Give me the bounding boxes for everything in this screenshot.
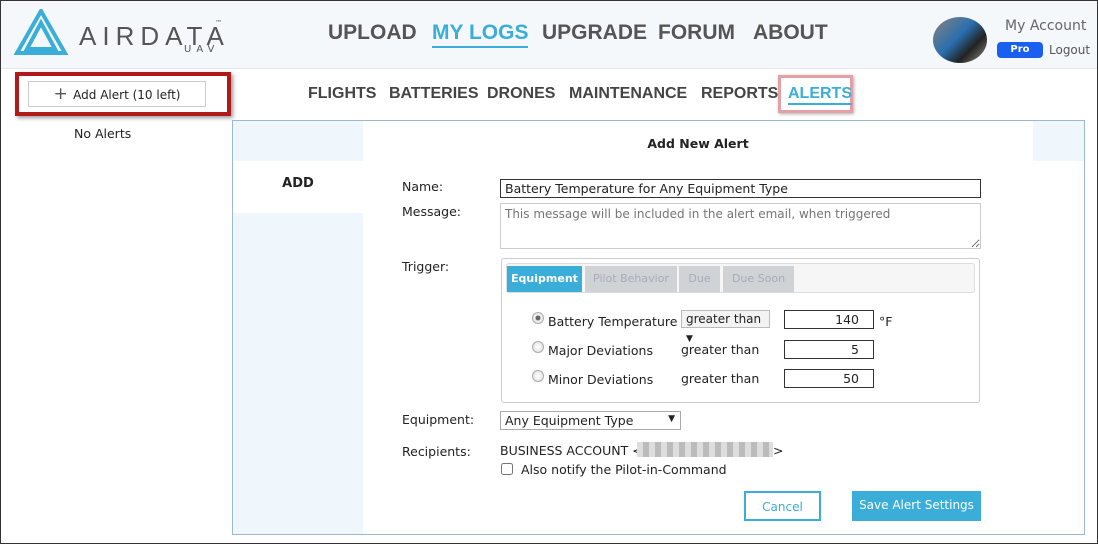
chevron-down-icon: ▼	[668, 414, 675, 424]
message-label: Message:	[402, 204, 461, 219]
avatar[interactable]	[933, 17, 987, 63]
tab-flights[interactable]: FLIGHTS	[308, 85, 376, 103]
nav-forum[interactable]: FORUM	[658, 21, 735, 45]
side-tab-add[interactable]: ADD	[233, 161, 363, 213]
pro-badge: Pro	[997, 42, 1043, 58]
redacted-email	[637, 442, 773, 457]
minor-deviations-label: Minor Deviations	[548, 372, 654, 387]
battery-op-select[interactable]: greater than ▼	[681, 310, 770, 344]
logout-link[interactable]: Logout	[1049, 43, 1090, 57]
plus-icon: +	[53, 84, 74, 104]
minor-deviations-input[interactable]: 50	[784, 369, 874, 388]
nav-my-logs[interactable]: MY LOGS	[432, 21, 529, 48]
no-alerts-text: No Alerts	[74, 126, 132, 141]
nav-about[interactable]: ABOUT	[753, 21, 828, 45]
my-account-link[interactable]: My Account	[1005, 18, 1086, 34]
nav-upgrade[interactable]: UPGRADE	[542, 21, 647, 45]
tab-due[interactable]: Due	[679, 266, 720, 292]
major-deviations-radio[interactable]	[532, 341, 544, 353]
message-textarea[interactable]	[500, 203, 981, 249]
name-label: Name:	[402, 179, 444, 194]
add-alert-label: Add Alert (10 left)	[73, 88, 181, 102]
recipients-label: Recipients:	[402, 444, 471, 459]
panel-title: Add New Alert	[647, 136, 749, 151]
notify-pilot-checkbox[interactable]	[501, 463, 513, 475]
trademark: ™	[215, 19, 222, 27]
major-deviations-input[interactable]: 5	[784, 340, 874, 359]
battery-temperature-radio[interactable]	[532, 312, 544, 324]
tab-due-soon[interactable]: Due Soon	[723, 266, 794, 292]
name-input[interactable]: Battery Temperature for Any Equipment Ty…	[500, 179, 981, 198]
tab-batteries[interactable]: BATTERIES	[389, 85, 478, 103]
tab-drones[interactable]: DRONES	[487, 85, 555, 103]
recipients-value: BUSINESS ACCOUNT <	[500, 443, 643, 458]
notify-pilot-label: Also notify the Pilot-in-Command	[521, 462, 727, 477]
battery-op-value: greater than	[686, 312, 762, 326]
tab-equipment[interactable]: Equipment	[507, 266, 582, 292]
trigger-label: Trigger:	[402, 259, 450, 274]
major-op: greater than	[681, 342, 760, 357]
equipment-select[interactable]: Any Equipment Type ▼	[500, 411, 681, 430]
tab-maintenance[interactable]: MAINTENANCE	[569, 85, 687, 103]
add-alert-button[interactable]: + Add Alert (10 left)	[28, 81, 206, 107]
tab-reports[interactable]: REPORTS	[701, 85, 778, 103]
unit-label: °F	[879, 314, 893, 329]
save-alert-settings-button[interactable]: Save Alert Settings	[852, 491, 981, 521]
equipment-label: Equipment:	[402, 412, 475, 427]
brand-sub: UAV	[184, 44, 220, 55]
major-deviations-label: Major Deviations	[548, 343, 653, 358]
equipment-value: Any Equipment Type	[505, 413, 634, 428]
battery-temperature-label: Battery Temperature	[548, 314, 678, 329]
tab-pilot-behavior[interactable]: Pilot Behavior	[585, 266, 677, 292]
battery-temperature-input[interactable]: 140	[784, 310, 874, 329]
cancel-button[interactable]: Cancel	[744, 491, 821, 521]
recipients-end: >	[773, 443, 784, 458]
airdata-logo-icon	[13, 9, 69, 55]
tab-alerts[interactable]: ALERTS	[788, 85, 852, 105]
minor-op: greater than	[681, 371, 760, 386]
minor-deviations-radio[interactable]	[532, 370, 544, 382]
nav-upload[interactable]: UPLOAD	[328, 21, 417, 45]
header: AIRDATA ™ UAV UPLOAD MY LOGS UPGRADE FOR…	[1, 1, 1097, 69]
